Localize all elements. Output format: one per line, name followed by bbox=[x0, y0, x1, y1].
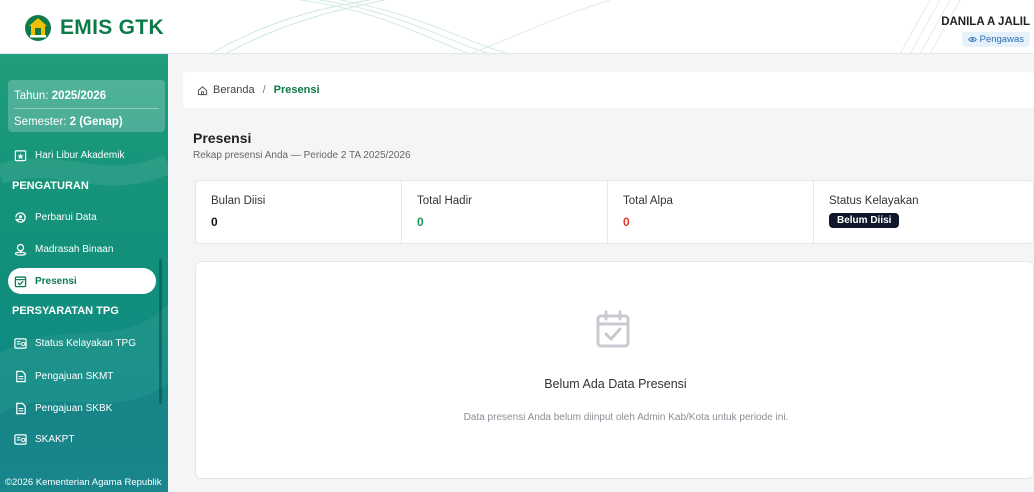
stat-label: Status Kelayakan bbox=[829, 195, 919, 207]
empty-state-description: Data presensi Anda belum diinput oleh Ad… bbox=[463, 412, 789, 423]
document-icon bbox=[16, 402, 26, 414]
page-title: Presensi bbox=[193, 130, 252, 146]
sidebar-item-pengajuan-skbk[interactable]: Pengajuan SKBK bbox=[12, 395, 156, 421]
sidebar-item-perbarui-data[interactable]: Perbarui Data bbox=[12, 204, 156, 230]
semester-line: Semester: 2 (Genap) bbox=[14, 116, 123, 128]
brand[interactable]: EMIS GTK bbox=[24, 14, 164, 42]
stat-label: Bulan Diisi bbox=[211, 195, 266, 207]
list-check-icon bbox=[14, 337, 27, 349]
breadcrumb-separator: / bbox=[262, 84, 266, 96]
calendar-holiday-icon bbox=[14, 149, 27, 161]
map-pin-icon bbox=[14, 243, 27, 256]
user-role-badge: Pengawas bbox=[961, 32, 1030, 47]
top-header: EMIS GTK DANILA A JALIL Pengawas bbox=[0, 0, 1034, 54]
user-menu[interactable]: DANILA A JALIL Pengawas bbox=[941, 16, 1030, 47]
semester-value: 2 (Genap) bbox=[69, 116, 123, 128]
stat-value: 0 bbox=[623, 215, 630, 229]
list-check-icon bbox=[14, 433, 27, 445]
year-label: Tahun: bbox=[14, 90, 49, 102]
sidebar-footer: ©2026 Kementerian Agama Republik bbox=[5, 477, 162, 488]
breadcrumb: Beranda / Presensi bbox=[183, 72, 1034, 108]
sidebar-item-label: Pengajuan SKMT bbox=[35, 370, 114, 382]
sidebar-item-label: Presensi bbox=[35, 275, 77, 287]
page-subtitle: Rekap presensi Anda — Periode 2 TA 2025/… bbox=[193, 150, 411, 161]
sidebar-item-status-kelayakan-tpg[interactable]: Status Kelayakan TPG bbox=[12, 330, 156, 356]
stats-card: Bulan Diisi 0 Total Hadir 0 Total Alpa 0… bbox=[195, 180, 1034, 244]
home-icon bbox=[197, 85, 208, 95]
user-name: DANILA A JALIL bbox=[941, 16, 1030, 28]
sidebar-item-skakpt[interactable]: SKAKPT bbox=[12, 426, 156, 452]
sidebar-item-label: SKAKPT bbox=[35, 433, 75, 445]
sidebar-item-label: Perbarui Data bbox=[35, 211, 97, 223]
year-value: 2025/2026 bbox=[51, 90, 107, 102]
stat-status-kelayakan: Status Kelayakan Belum Diisi bbox=[814, 181, 1029, 243]
sidebar: Tahun: 2025/2026 Semester: 2 (Genap) Har… bbox=[0, 54, 168, 492]
kemenag-logo-icon bbox=[25, 15, 51, 41]
sidebar-item-label: Pengajuan SKBK bbox=[35, 402, 113, 414]
stat-total-hadir: Total Hadir 0 bbox=[402, 181, 608, 243]
sidebar-item-label: Madrasah Binaan bbox=[35, 243, 114, 255]
empty-state-title: Belum Ada Data Presensi bbox=[544, 377, 687, 391]
calendar-check-icon bbox=[14, 275, 27, 287]
section-pengaturan: PENGATURAN bbox=[12, 180, 89, 192]
header-decoration bbox=[210, 0, 961, 53]
stat-total-alpa: Total Alpa 0 bbox=[608, 181, 814, 243]
year-line: Tahun: 2025/2026 bbox=[14, 90, 106, 102]
sidebar-item-label: Hari Libur Akademik bbox=[35, 149, 125, 161]
sidebar-item-presensi[interactable]: Presensi bbox=[8, 268, 156, 294]
stat-value: 0 bbox=[211, 215, 218, 229]
breadcrumb-current: Presensi bbox=[273, 84, 320, 96]
semester-label: Semester: bbox=[14, 116, 67, 128]
calendar-check-icon bbox=[596, 310, 630, 348]
sidebar-scrollbar[interactable] bbox=[159, 259, 162, 404]
stat-label: Total Alpa bbox=[623, 195, 673, 207]
breadcrumb-home-link[interactable]: Beranda bbox=[213, 84, 255, 96]
divider bbox=[14, 108, 159, 109]
sidebar-item-hari-libur-akademik[interactable]: Hari Libur Akademik bbox=[12, 142, 156, 168]
stat-bulan-diisi: Bulan Diisi 0 bbox=[196, 181, 402, 243]
document-icon bbox=[16, 370, 26, 382]
empty-state-card: Belum Ada Data Presensi Data presensi An… bbox=[195, 261, 1034, 479]
refresh-user-icon bbox=[14, 211, 26, 223]
eye-icon bbox=[967, 37, 977, 42]
sidebar-item-pengajuan-skmt[interactable]: Pengajuan SKMT bbox=[12, 363, 156, 389]
academic-period-box: Tahun: 2025/2026 Semester: 2 (Genap) bbox=[8, 80, 165, 132]
stat-value: 0 bbox=[417, 215, 424, 229]
section-persyaratan-tpg: PERSYARATAN TPG bbox=[12, 305, 119, 317]
stat-label: Total Hadir bbox=[417, 195, 472, 207]
sidebar-item-madrasah-binaan[interactable]: Madrasah Binaan bbox=[12, 236, 156, 262]
brand-title: EMIS GTK bbox=[60, 16, 164, 39]
status-badge: Belum Diisi bbox=[829, 213, 900, 228]
user-role-label: Pengawas bbox=[979, 34, 1024, 45]
sidebar-item-label: Status Kelayakan TPG bbox=[35, 337, 136, 349]
